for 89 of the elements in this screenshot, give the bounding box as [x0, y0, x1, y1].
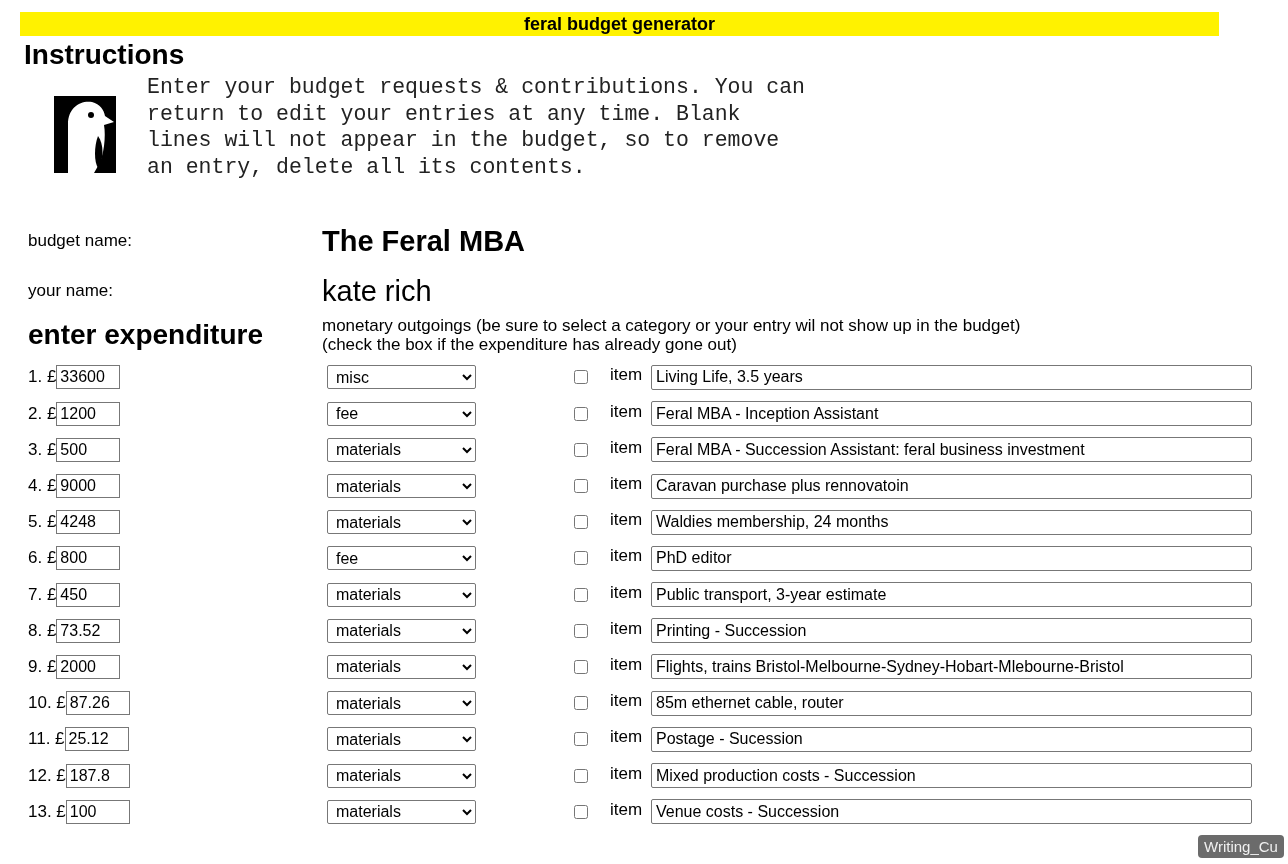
amount-field[interactable]: 73.52 — [56, 618, 121, 643]
item-label: item — [610, 727, 644, 748]
item-label: item — [610, 799, 644, 820]
item-field[interactable]: 85m ethernet cable, router — [651, 690, 1252, 716]
spent-checkbox[interactable] — [574, 406, 588, 421]
item-field[interactable]: Mixed production costs - Succession — [651, 763, 1252, 789]
item-label: item — [610, 582, 644, 603]
item-label: item — [610, 618, 644, 639]
spent-checkbox[interactable] — [574, 732, 588, 747]
item-field[interactable]: Caravan purchase plus rennovatoin — [651, 473, 1252, 499]
item-field[interactable]: Postage - Sucession — [651, 726, 1252, 752]
row-number: 12. £ — [28, 765, 66, 786]
row-number: 6. £ — [28, 548, 57, 569]
spent-checkbox[interactable] — [574, 479, 588, 494]
amount-field[interactable]: 9000 — [56, 474, 121, 499]
amount-field[interactable]: 450 — [56, 582, 121, 607]
title-banner: feral budget generator — [20, 12, 1219, 36]
item-field[interactable]: PhD editor — [651, 545, 1252, 571]
expenditure-heading: enter expenditure — [28, 318, 264, 353]
category-dropdown[interactable]: materials — [327, 727, 476, 752]
item-label: item — [610, 691, 644, 712]
row-number: 7. £ — [28, 584, 57, 605]
instructions-text: Enter your budget requests & contributions. You can return to edit your entries at any time. Blank lines will not appear in the budget, so to remove an entry, delete all its contents. — [147, 74, 806, 181]
spent-checkbox[interactable] — [574, 551, 588, 566]
row-number: 4. £ — [28, 476, 57, 497]
field-label: your name: — [28, 281, 115, 302]
category-dropdown[interactable]: materials — [327, 618, 476, 643]
instructions-heading: Instructions — [24, 38, 186, 72]
spent-checkbox[interactable] — [574, 587, 588, 602]
item-field[interactable]: Waldies membership, 24 months — [651, 509, 1252, 535]
row-number: 9. £ — [28, 656, 57, 677]
row-number: 10. £ — [28, 693, 66, 714]
item-label: item — [610, 510, 644, 531]
spent-checkbox[interactable] — [574, 659, 588, 674]
item-field[interactable]: Venue costs - Succession — [651, 799, 1252, 825]
row-number: 8. £ — [28, 620, 57, 641]
item-label: item — [610, 474, 644, 495]
category-dropdown[interactable]: materials — [327, 437, 476, 462]
row-number: 1. £ — [28, 367, 57, 388]
item-field[interactable]: Feral MBA - Inception Assistant — [651, 401, 1252, 427]
spent-checkbox[interactable] — [574, 696, 588, 711]
category-dropdown[interactable]: materials — [327, 799, 476, 824]
item-label: item — [610, 365, 644, 386]
spent-checkbox[interactable] — [574, 804, 588, 819]
amount-field[interactable]: 87.26 — [65, 691, 130, 716]
category-dropdown[interactable]: fee — [327, 401, 476, 426]
item-field[interactable]: Feral MBA - Succession Assistant: feral business investment — [651, 437, 1252, 463]
row-number: 3. £ — [28, 439, 57, 460]
field-value: kate rich — [322, 274, 433, 308]
spent-checkbox[interactable] — [574, 370, 588, 385]
row-number: 11. £ — [28, 729, 65, 750]
spent-checkbox[interactable] — [574, 768, 588, 783]
row-number: 2. £ — [28, 403, 57, 424]
item-label: item — [610, 546, 644, 567]
category-dropdown[interactable]: materials — [327, 582, 476, 607]
item-label: item — [610, 654, 644, 675]
spent-checkbox[interactable] — [574, 515, 588, 530]
category-dropdown[interactable]: materials — [327, 654, 476, 679]
spent-checkbox[interactable] — [574, 442, 588, 457]
row-number: 5. £ — [28, 512, 57, 533]
amount-field[interactable]: 25.12 — [64, 727, 129, 752]
item-label: item — [610, 763, 644, 784]
amount-field[interactable]: 500 — [56, 437, 121, 462]
item-field[interactable]: Printing - Succession — [651, 618, 1252, 644]
amount-field[interactable]: 100 — [65, 799, 130, 824]
amount-field[interactable]: 4248 — [56, 510, 121, 535]
category-dropdown[interactable]: fee — [327, 546, 476, 571]
category-dropdown[interactable]: misc — [327, 365, 476, 390]
instruction-note: (check the box if the expenditure has already gone out) — [322, 335, 738, 355]
amount-field[interactable]: 1200 — [56, 401, 121, 426]
amount-field[interactable]: 2000 — [56, 654, 121, 679]
category-dropdown[interactable]: materials — [327, 691, 476, 716]
spent-checkbox[interactable] — [574, 623, 588, 638]
amount-field[interactable]: 33600 — [56, 365, 121, 390]
amount-field[interactable]: 187.8 — [65, 763, 130, 788]
tooltip: Writing_Cu — [1198, 835, 1284, 858]
category-dropdown[interactable]: materials — [327, 510, 476, 535]
field-value: The Feral MBA — [322, 224, 527, 258]
item-field[interactable]: Living Life, 3.5 years — [651, 364, 1252, 390]
item-label: item — [610, 437, 644, 458]
row-number: 13. £ — [28, 801, 66, 822]
instruction-note: monetary outgoings (be sure to select a category or your entry wil not show up in the budget) — [322, 316, 1022, 336]
item-field[interactable]: Flights, trains Bristol-Melbourne-Sydney-Hobart-Mlebourne-Bristol — [651, 654, 1252, 680]
item-label: item — [610, 401, 644, 422]
category-dropdown[interactable]: materials — [327, 474, 476, 499]
field-label: budget name: — [28, 231, 133, 252]
category-dropdown[interactable]: materials — [327, 763, 476, 788]
amount-field[interactable]: 800 — [56, 546, 121, 571]
item-field[interactable]: Public transport, 3-year estimate — [651, 582, 1252, 608]
